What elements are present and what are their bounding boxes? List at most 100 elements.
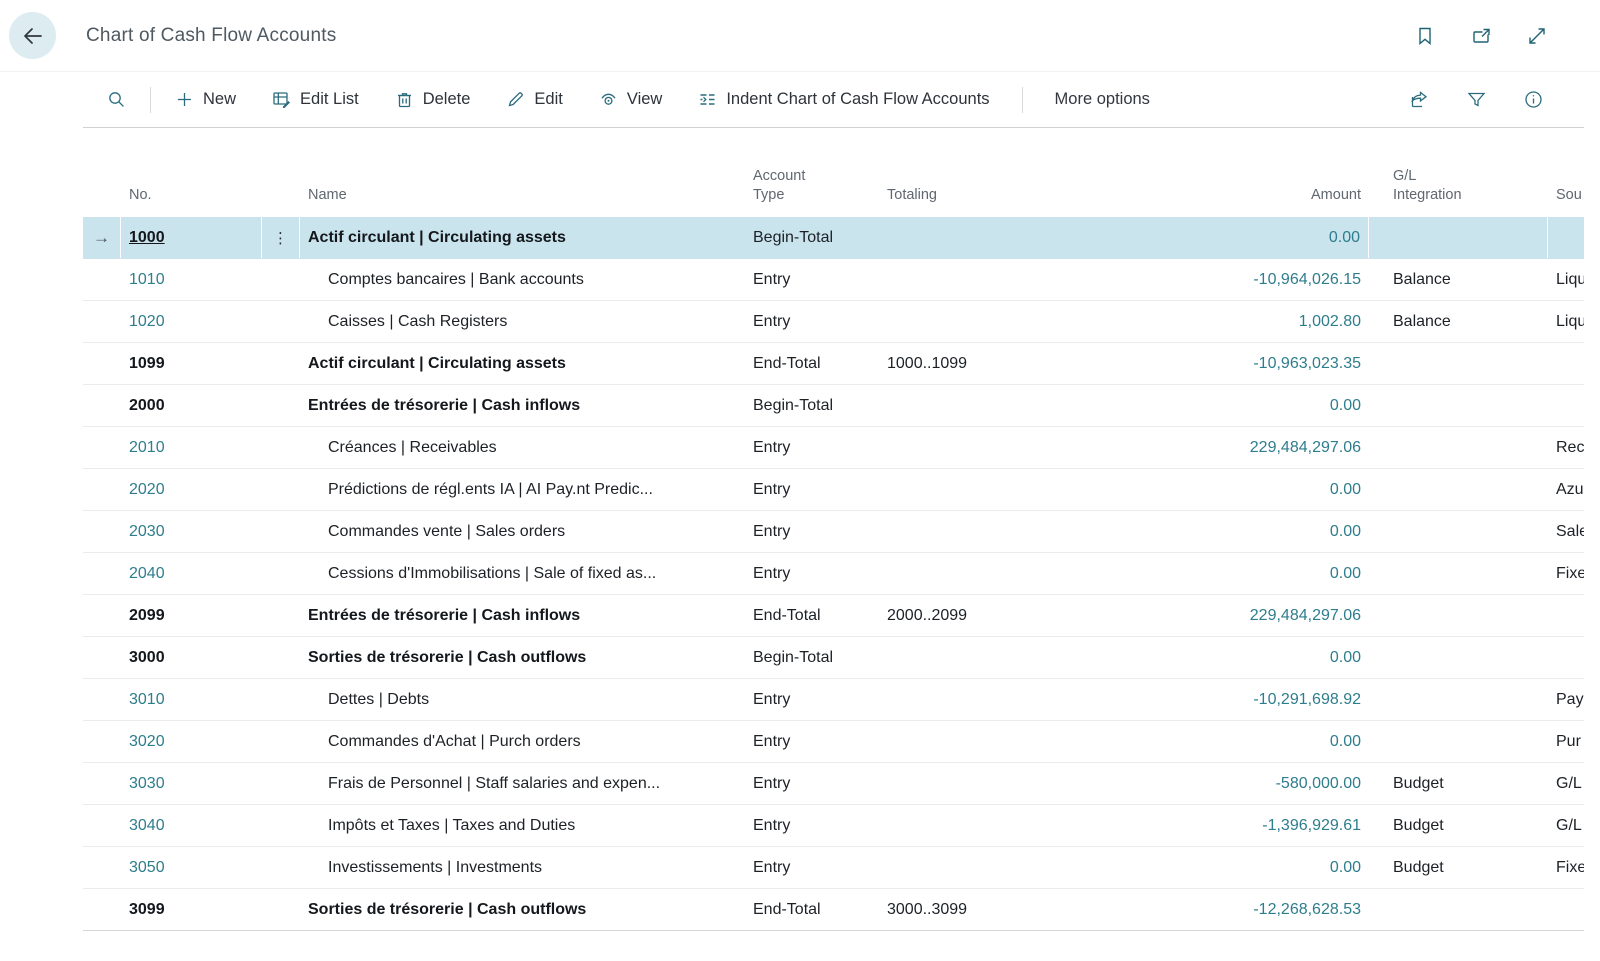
row-options-cell: ⋮ <box>262 217 300 258</box>
account-no-link[interactable]: 2099 <box>129 607 165 625</box>
account-no-link[interactable]: 2000 <box>129 397 165 415</box>
row-indicator-cell: → <box>83 889 121 930</box>
account-no-link[interactable]: 1000 <box>129 229 165 247</box>
bookmark-icon[interactable] <box>1414 25 1436 47</box>
search-button[interactable] <box>105 84 128 115</box>
source-value: Liqu <box>1548 259 1584 300</box>
amount-link[interactable]: 0.00 <box>1330 481 1361 499</box>
account-no-link[interactable]: 3010 <box>129 691 165 709</box>
toolbar-divider <box>150 87 151 113</box>
col-totaling[interactable]: Totaling <box>879 186 1033 217</box>
view-button[interactable]: View <box>597 84 664 115</box>
table-row[interactable]: → 3000 ⋮ Sorties de trésorerie | Cash ou… <box>83 637 1584 679</box>
account-no-link[interactable]: 1099 <box>129 355 165 373</box>
account-no-link[interactable]: 3000 <box>129 649 165 667</box>
edit-list-button[interactable]: Edit List <box>270 84 361 115</box>
more-options-button[interactable]: More options <box>1053 84 1152 115</box>
table-row[interactable]: → 2000 ⋮ Entrées de trésorerie | Cash in… <box>83 385 1584 427</box>
account-no-link[interactable]: 3030 <box>129 775 165 793</box>
edit-button[interactable]: Edit <box>504 84 564 115</box>
gl-integration-value: Budget <box>1369 847 1548 888</box>
account-name: Actif circulant | Circulating assets <box>300 343 745 384</box>
amount-cell: 0.00 <box>1033 721 1369 762</box>
table-row[interactable]: → 3020 ⋮ Commandes d'Achat | Purch order… <box>83 721 1584 763</box>
col-amount[interactable]: Amount <box>1033 186 1369 217</box>
account-no-link[interactable]: 3040 <box>129 817 165 835</box>
amount-link[interactable]: 0.00 <box>1330 649 1361 667</box>
amount-link[interactable]: -10,964,026.15 <box>1253 271 1361 289</box>
table-row[interactable]: → 1000 ⋮ Actif circulant | Circulating a… <box>83 217 1584 259</box>
account-no-link[interactable]: 3099 <box>129 901 165 919</box>
table-row[interactable]: → 3030 ⋮ Frais de Personnel | Staff sala… <box>83 763 1584 805</box>
source-value: Pay <box>1548 679 1584 720</box>
amount-link[interactable]: -580,000.00 <box>1276 775 1361 793</box>
account-no-link[interactable]: 2020 <box>129 481 165 499</box>
col-gl-integration[interactable]: G/L Integration <box>1369 167 1459 217</box>
account-no-link[interactable]: 2010 <box>129 439 165 457</box>
amount-cell: -10,291,698.92 <box>1033 679 1369 720</box>
amount-cell: 0.00 <box>1033 637 1369 678</box>
account-no-link[interactable]: 2030 <box>129 523 165 541</box>
amount-link[interactable]: 229,484,297.06 <box>1250 439 1361 457</box>
amount-link[interactable]: 229,484,297.06 <box>1250 607 1361 625</box>
amount-link[interactable]: -10,963,023.35 <box>1253 355 1361 373</box>
new-button[interactable]: New <box>173 84 238 115</box>
amount-link[interactable]: 0.00 <box>1329 229 1360 247</box>
amount-link[interactable]: 0.00 <box>1330 523 1361 541</box>
share-icon[interactable] <box>1409 89 1430 110</box>
back-button[interactable] <box>9 12 56 59</box>
gl-integration-value <box>1369 679 1548 720</box>
amount-link[interactable]: 1,002.80 <box>1299 313 1361 331</box>
table-row[interactable]: → 2010 ⋮ Créances | Receivables Entry 22… <box>83 427 1584 469</box>
expand-icon[interactable] <box>1526 25 1548 47</box>
row-options-cell: ⋮ <box>262 763 300 804</box>
info-icon[interactable] <box>1523 89 1544 110</box>
amount-link[interactable]: -12,268,628.53 <box>1253 901 1361 919</box>
gl-integration-value <box>1369 427 1548 468</box>
amount-link[interactable]: 0.00 <box>1330 397 1361 415</box>
open-in-new-window-icon[interactable] <box>1470 25 1492 47</box>
table-row[interactable]: → 1010 ⋮ Comptes bancaires | Bank accoun… <box>83 259 1584 301</box>
row-indicator-cell: → <box>83 805 121 846</box>
gl-integration-value <box>1369 469 1548 510</box>
account-no-link[interactable]: 3050 <box>129 859 165 877</box>
account-no-link[interactable]: 1020 <box>129 313 165 331</box>
accounts-table: No. Name Account Type Totaling Amount G/… <box>83 128 1584 931</box>
source-value: Liqu <box>1548 301 1584 342</box>
col-no[interactable]: No. <box>121 186 262 217</box>
row-indicator-cell: → <box>83 427 121 468</box>
table-row[interactable]: → 1020 ⋮ Caisses | Cash Registers Entry … <box>83 301 1584 343</box>
table-row[interactable]: → 3099 ⋮ Sorties de trésorerie | Cash ou… <box>83 889 1584 931</box>
row-indicator-cell: → <box>83 637 121 678</box>
account-type: Entry <box>745 259 879 300</box>
amount-link[interactable]: -10,291,698.92 <box>1253 691 1361 709</box>
amount-link[interactable]: 0.00 <box>1330 859 1361 877</box>
amount-link[interactable]: 0.00 <box>1330 565 1361 583</box>
table-row[interactable]: → 2020 ⋮ Prédictions de régl.ents IA | A… <box>83 469 1584 511</box>
account-no-link[interactable]: 1010 <box>129 271 165 289</box>
amount-link[interactable]: -1,396,929.61 <box>1262 817 1361 835</box>
account-no-link[interactable]: 3020 <box>129 733 165 751</box>
amount-link[interactable]: 0.00 <box>1330 733 1361 751</box>
indent-chart-button-label: Indent Chart of Cash Flow Accounts <box>726 90 989 109</box>
amount-cell: -1,396,929.61 <box>1033 805 1369 846</box>
kebab-menu-icon[interactable]: ⋮ <box>273 229 288 247</box>
col-source[interactable]: Sou <box>1548 186 1584 217</box>
indent-chart-button[interactable]: Indent Chart of Cash Flow Accounts <box>696 84 991 115</box>
gl-integration-value <box>1369 553 1548 594</box>
table-row[interactable]: → 2030 ⋮ Commandes vente | Sales orders … <box>83 511 1584 553</box>
col-account-type[interactable]: Account Type <box>745 167 835 217</box>
filter-icon[interactable] <box>1466 89 1487 110</box>
gl-integration-value: Budget <box>1369 805 1548 846</box>
table-row[interactable]: → 3050 ⋮ Investissements | Investments E… <box>83 847 1584 889</box>
delete-button[interactable]: Delete <box>393 84 473 115</box>
account-no-link[interactable]: 2040 <box>129 565 165 583</box>
table-row[interactable]: → 3040 ⋮ Impôts et Taxes | Taxes and Dut… <box>83 805 1584 847</box>
table-row[interactable]: → 2040 ⋮ Cessions d'Immobilisations | Sa… <box>83 553 1584 595</box>
col-kebab <box>262 206 300 217</box>
col-name[interactable]: Name <box>300 186 745 217</box>
table-row[interactable]: → 3010 ⋮ Dettes | Debts Entry -10,291,69… <box>83 679 1584 721</box>
table-row[interactable]: → 2099 ⋮ Entrées de trésorerie | Cash in… <box>83 595 1584 637</box>
account-no-cell: 2099 <box>121 595 262 636</box>
table-row[interactable]: → 1099 ⋮ Actif circulant | Circulating a… <box>83 343 1584 385</box>
